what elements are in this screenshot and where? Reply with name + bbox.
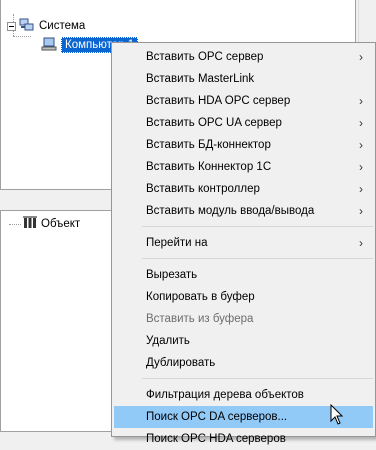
menu-item-label: Удалить [146,335,190,347]
menu-item-label: Поиск OPC HDA серверов [146,433,286,445]
network-computers-icon [19,18,35,35]
menu-item-label: Вставить Коннектор 1С [146,161,272,173]
menu-item[interactable]: Вставить HDA OPC сервер › [112,90,375,112]
submenu-arrow-icon: › [359,236,363,250]
menu-item[interactable]: Вырезать [112,264,375,286]
menu-item-label: Вырезать [146,269,198,281]
menu-item-label: Фильтрация дерева объектов [146,389,304,401]
menu-item-label: Перейти на [146,237,208,249]
mouse-pointer-icon [330,403,344,429]
menu-item[interactable]: Копировать в буфер [112,286,375,308]
menu-item[interactable]: Вставить Коннектор 1С › [112,156,375,178]
menu-item[interactable]: Вставить БД-коннектор › [112,134,375,156]
menu-item[interactable]: Вставить OPC UA сервер › [112,112,375,134]
context-menu[interactable]: Вставить OPC сервер › Вставить MasterLink В… [111,42,376,445]
tree-node-object[interactable]: Объект [23,215,81,233]
menu-item-label: Вставить модуль ввода/вывода [146,205,315,217]
menu-item-label: Вставить контроллер [146,183,260,195]
menu-item-label: Вставить HDA OPC сервер [146,95,291,107]
tree-node-label: Объект [41,218,81,230]
menu-item-label: Вставить OPC сервер [146,51,264,63]
menu-item-label: Дублировать [146,357,216,369]
submenu-arrow-icon: › [359,160,363,174]
submenu-arrow-icon: › [359,94,363,108]
tree-connector-line [13,36,31,37]
tree-node-system[interactable]: Система [7,18,85,34]
menu-item[interactable]: Перейти на › [112,232,375,254]
menu-separator [142,226,373,227]
menu-item[interactable]: Вставить из буфера [112,308,375,330]
menu-item-label: Вставить OPC UA сервер [146,117,282,129]
submenu-arrow-icon: › [359,138,363,152]
menu-item-label: Поиск OPC DA серверов... [146,411,288,423]
tree-connector-line [9,224,21,225]
submenu-arrow-icon: › [359,50,363,64]
menu-item[interactable]: Вставить контроллер › [112,178,375,200]
collapse-toggle-icon[interactable] [7,21,16,31]
menu-separator [142,378,373,379]
menu-item[interactable]: Дублировать [112,352,375,374]
submenu-arrow-icon: › [359,182,363,196]
submenu-arrow-icon: › [359,204,363,218]
menu-item-label: Копировать в буфер [146,291,255,303]
menu-item[interactable]: Поиск OPC HDA серверов [112,428,375,450]
menu-item-label: Вставить БД-коннектор [146,139,271,151]
menu-item-label: Вставить из буфера [146,313,254,325]
menu-item[interactable]: Вставить модуль ввода/вывода › [112,200,375,222]
menu-separator [142,258,373,259]
object-bars-icon [23,215,37,233]
computer-icon [41,37,57,54]
menu-item[interactable]: Вставить OPC сервер › [112,46,375,68]
menu-item[interactable]: Удалить [112,330,375,352]
menu-item[interactable]: Фильтрация дерева объектов [112,384,375,406]
submenu-arrow-icon: › [359,116,363,130]
menu-item[interactable]: Вставить MasterLink [112,68,375,90]
tree-node-label: Система [39,20,86,32]
menu-item-label: Вставить MasterLink [146,73,255,85]
